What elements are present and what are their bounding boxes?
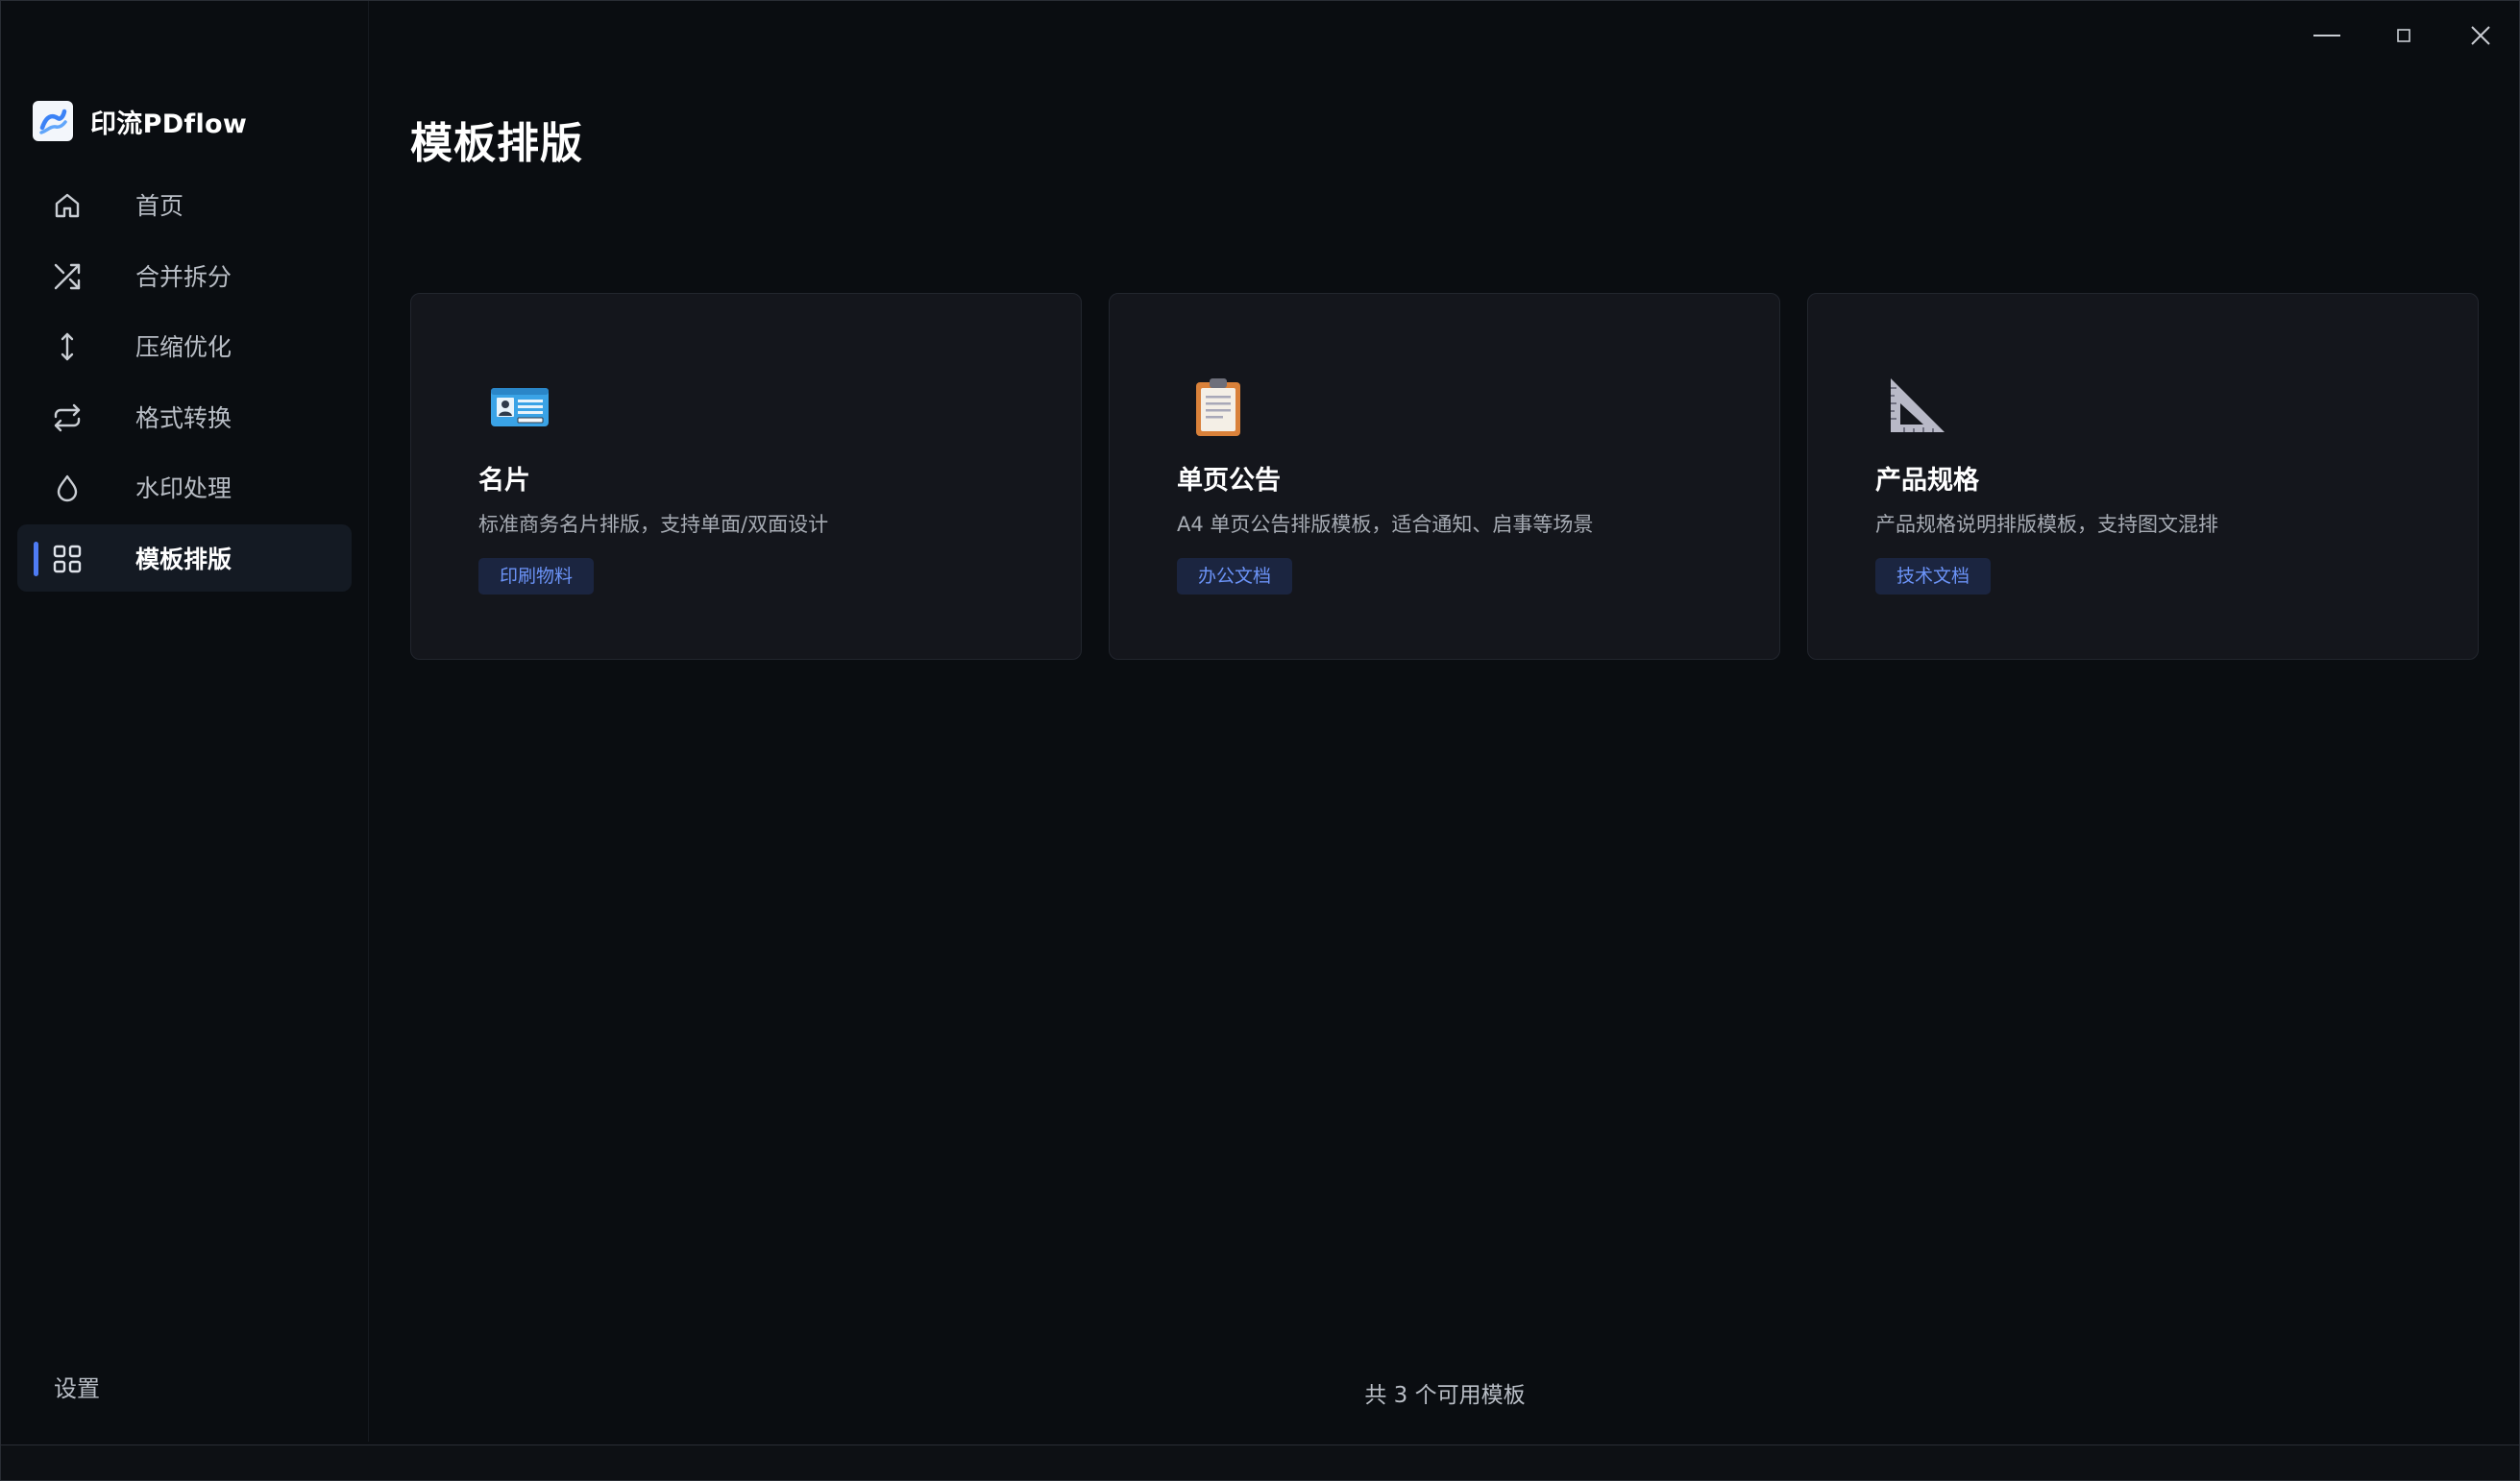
droplet-icon — [51, 472, 84, 504]
sidebar-item-label: 首页 — [135, 192, 184, 220]
shuffle-icon — [51, 260, 84, 293]
card-title: 名片 — [478, 466, 530, 496]
sidebar-nav: 首页 合并拆分 压缩优化 格式转换 水印处理 模板排版 — [17, 171, 352, 595]
brand-name: 印流PDflow — [90, 109, 248, 139]
minimize-button[interactable] — [2288, 14, 2365, 57]
repeat-icon — [51, 401, 84, 434]
card-tag: 办公文档 — [1177, 558, 1293, 595]
close-button[interactable] — [2442, 14, 2519, 57]
template-card-business-card[interactable]: 名片 标准商务名片排版，支持单面/双面设计 印刷物料 — [410, 293, 1082, 660]
card-tag: 技术文档 — [1875, 558, 1992, 595]
card-tag: 印刷物料 — [478, 558, 595, 595]
brand[interactable]: 印流PDflow — [33, 101, 247, 141]
sidebar-item-label: 模板排版 — [135, 545, 232, 573]
grid-icon — [51, 543, 84, 575]
window-controls — [2288, 14, 2519, 57]
sidebar-item-convert[interactable]: 格式转换 — [17, 383, 352, 450]
status-bar — [1, 1445, 2519, 1480]
card-description: 标准商务名片排版，支持单面/双面设计 — [478, 513, 829, 536]
card-description: A4 单页公告排版模板，适合通知、启事等场景 — [1177, 513, 1594, 536]
card-description: 产品规格说明排版模板，支持图文混排 — [1875, 513, 2218, 536]
page-title: 模板排版 — [410, 119, 583, 168]
sidebar-item-label: 格式转换 — [135, 403, 232, 432]
card-title: 产品规格 — [1875, 466, 1979, 496]
sidebar-item-label: 水印处理 — [135, 474, 232, 502]
settings-link[interactable]: 设置 — [54, 1370, 100, 1403]
minimize-icon — [2313, 35, 2340, 36]
pdflow-logo-icon — [33, 101, 73, 141]
card-title: 单页公告 — [1177, 466, 1281, 496]
close-icon — [2471, 26, 2490, 45]
sidebar-item-home[interactable]: 首页 — [17, 171, 352, 238]
maximize-button[interactable] — [2365, 14, 2442, 57]
template-card-list: 名片 标准商务名片排版，支持单面/双面设计 印刷物料 单页公告 A4 单页公告排… — [410, 293, 2479, 660]
clipboard-icon — [1187, 375, 1250, 438]
sidebar-item-merge-split[interactable]: 合并拆分 — [17, 242, 352, 309]
sidebar-item-compress[interactable]: 压缩优化 — [17, 312, 352, 379]
sidebar-item-watermark[interactable]: 水印处理 — [17, 453, 352, 521]
triangular-ruler-icon — [1885, 375, 1948, 438]
sidebar-item-label: 合并拆分 — [135, 262, 232, 291]
sidebar-item-templates[interactable]: 模板排版 — [17, 523, 352, 592]
sidebar-item-label: 压缩优化 — [135, 333, 232, 361]
template-card-announcement[interactable]: 单页公告 A4 单页公告排版模板，适合通知、启事等场景 办公文档 — [1109, 293, 1780, 660]
maximize-icon — [2397, 29, 2410, 42]
template-card-product-spec[interactable]: 产品规格 产品规格说明排版模板，支持图文混排 技术文档 — [1807, 293, 2479, 660]
template-count: 共 3 个可用模板 — [1364, 1383, 1526, 1408]
home-icon — [51, 189, 84, 222]
app-window: 印流PDflow 首页 合并拆分 压缩优化 格式转换 水印处理 模板排版 设置 … — [0, 0, 2520, 1481]
sidebar: 印流PDflow 首页 合并拆分 压缩优化 格式转换 水印处理 模板排版 设置 — [1, 1, 369, 1442]
vertical-arrows-icon — [51, 330, 84, 363]
id-card-icon — [488, 375, 551, 438]
